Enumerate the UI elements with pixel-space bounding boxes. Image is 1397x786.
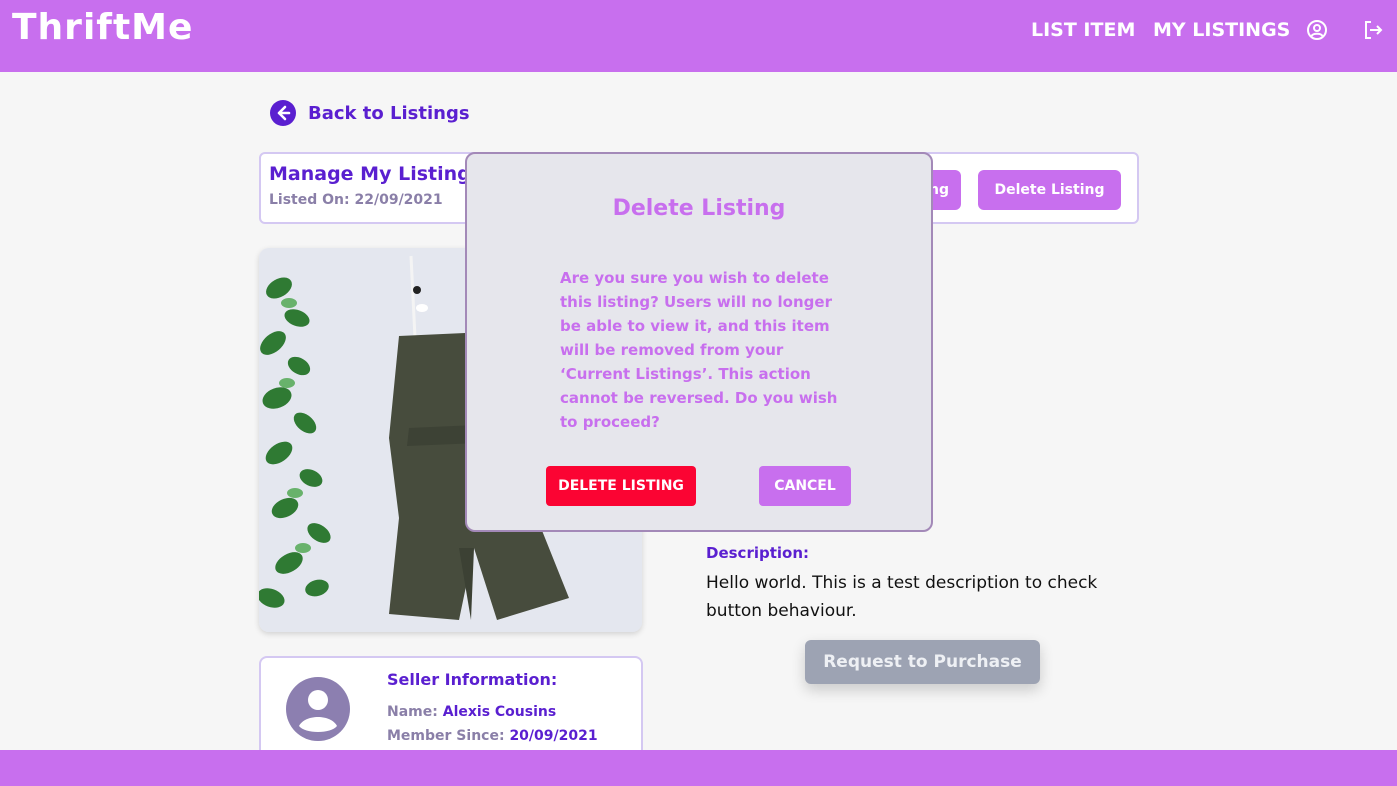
seller-name-row: Name: Alexis Cousins — [387, 704, 556, 720]
listed-on-value: 22/09/2021 — [354, 192, 443, 208]
top-navbar: ThriftMe LIST ITEM MY LISTINGS — [0, 0, 1397, 72]
description-text: Hello world. This is a test description … — [706, 573, 1098, 621]
listed-on-label: Listed On: — [269, 192, 350, 208]
back-link-label: Back to Listings — [308, 102, 470, 124]
delete-listing-button[interactable]: Delete Listing — [978, 170, 1121, 210]
footer-bar — [0, 750, 1397, 786]
user-avatar-icon — [286, 677, 350, 741]
cancel-button[interactable]: CANCEL — [759, 466, 851, 506]
delete-listing-modal: Delete Listing Are you sure you wish to … — [465, 152, 933, 532]
back-to-listings-link[interactable]: Back to Listings — [269, 99, 470, 127]
seller-info-title: Seller Information: — [387, 670, 558, 689]
manage-listing-title: Manage My Listing: — [269, 163, 479, 185]
member-since-label: Member Since: — [387, 728, 505, 744]
member-since-row: Member Since: 20/09/2021 — [387, 728, 598, 744]
modal-title: Delete Listing — [612, 196, 786, 221]
nav-my-listings[interactable]: MY LISTINGS — [1153, 19, 1290, 41]
arrow-left-circle-icon — [270, 100, 296, 126]
confirm-delete-button[interactable]: DELETE LISTING — [546, 466, 696, 506]
brand-logo[interactable]: ThriftMe — [12, 7, 193, 48]
listed-on-date: Listed On: 22/09/2021 — [269, 192, 443, 208]
modal-message: Are you sure you wish to delete this lis… — [560, 269, 838, 431]
member-since-value: 20/09/2021 — [509, 728, 598, 744]
request-to-purchase-button[interactable]: Request to Purchase — [805, 640, 1040, 684]
logout-icon[interactable] — [1362, 19, 1384, 41]
seller-name-label: Name: — [387, 704, 438, 720]
nav-list-item[interactable]: LIST ITEM — [1031, 19, 1135, 41]
seller-name-value: Alexis Cousins — [442, 704, 557, 720]
description-label: Description: — [706, 544, 810, 562]
account-icon[interactable] — [1306, 19, 1328, 41]
